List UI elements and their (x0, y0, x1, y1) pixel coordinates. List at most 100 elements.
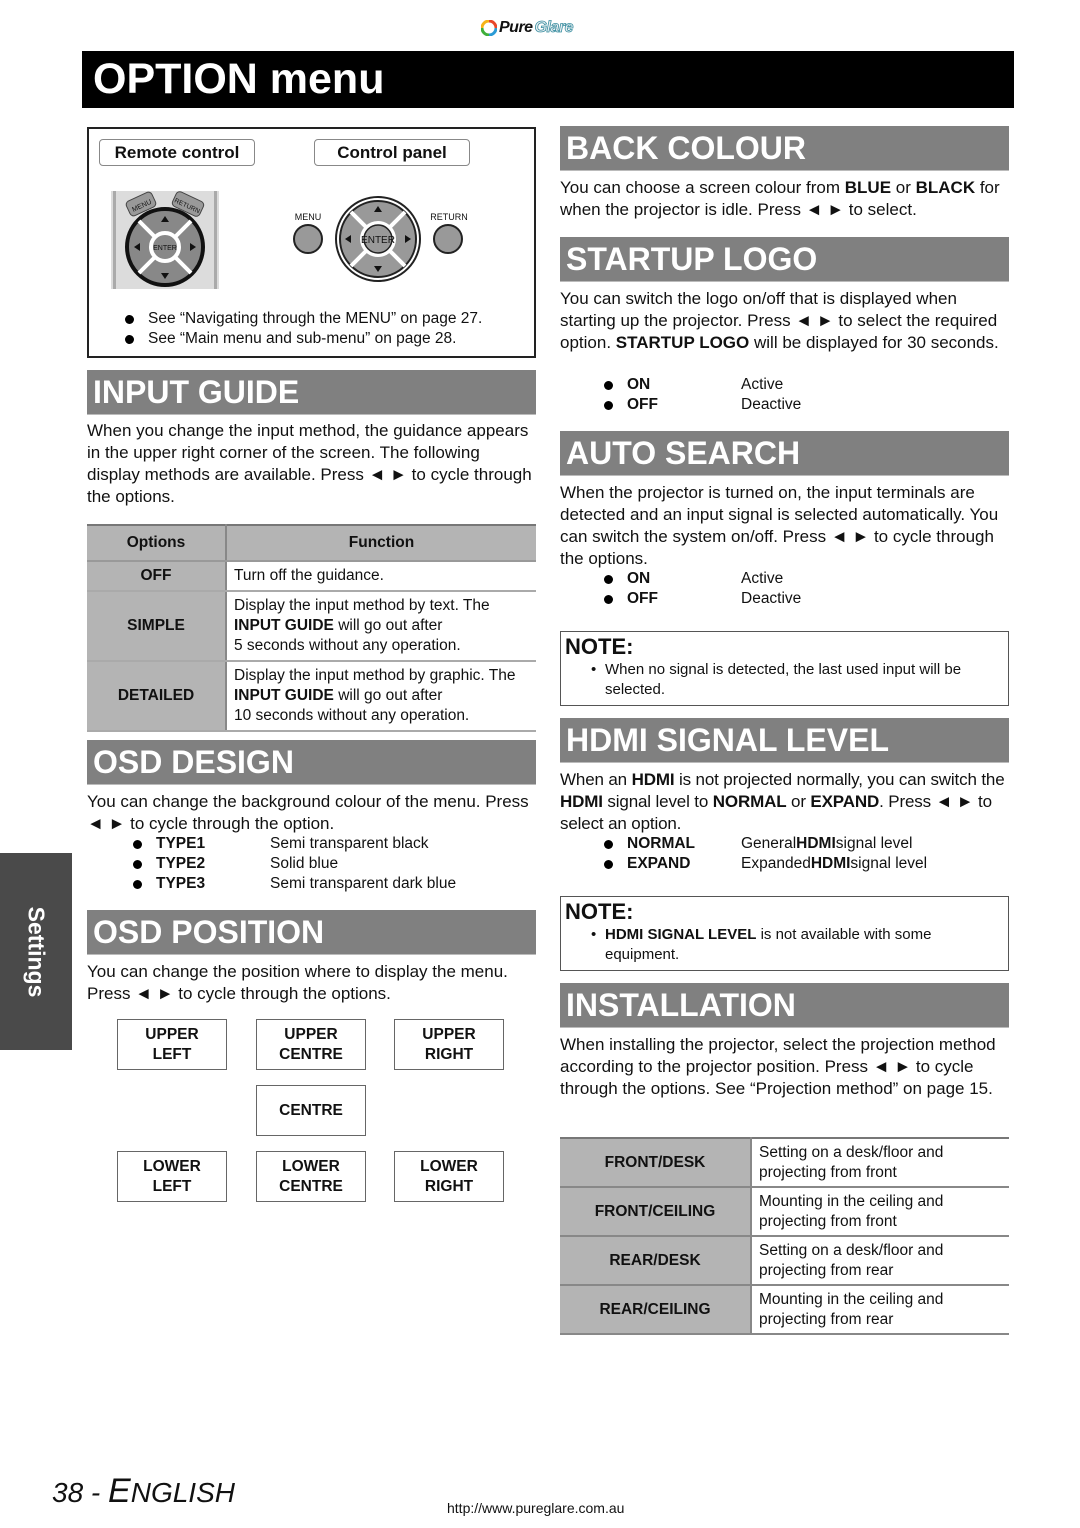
function-cell: Display the input method by graphic. The… (226, 661, 536, 732)
auto-search-options: ON Active OFF Deactive (604, 569, 801, 609)
function-cell: Display the input method by text. The IN… (226, 591, 536, 662)
position-centre: CENTRE (256, 1085, 366, 1136)
control-panel-illustration: MENU RETURN ENTER (293, 196, 468, 282)
logo-text-glare: Glare (534, 19, 574, 37)
page-title-bar: OPTION menu (82, 51, 1014, 108)
bullet-icon (604, 574, 613, 584)
position-upper-left: UPPER LEFT (117, 1019, 227, 1070)
installation-heading: INSTALLATION (566, 987, 796, 1023)
hdmi-signal-level-heading: HDMI SIGNAL LEVEL (566, 722, 889, 758)
hdmi-signal-options: NORMAL General HDMI signal level EXPAND Ex… (604, 834, 927, 874)
option-item: OFF Deactive (604, 395, 801, 415)
column-header-function: Function (226, 525, 536, 562)
position-lower-right: LOWER RIGHT (394, 1151, 504, 1202)
position-lower-centre: LOWER CENTRE (256, 1151, 366, 1202)
pureglare-logo: Pure Glare (481, 17, 574, 39)
option-item: OFF Deactive (604, 589, 801, 609)
table-row: OFF Turn off the guidance. (87, 561, 536, 592)
option-cell: FRONT/DESK (560, 1138, 752, 1188)
note-title: NOTE: (565, 634, 634, 659)
option-cell: DETAILED (87, 661, 227, 732)
hdmi-signal-note: NOTE: • HDMI SIGNAL LEVEL is not availabl… (560, 896, 1009, 971)
option-item: ON Active (604, 375, 801, 395)
footer-url-link[interactable]: http://www.pureglare.com.au (447, 1500, 624, 1516)
remote-control-illustration: MENU RETURN ENTER (111, 191, 219, 289)
table-row: REAR/DESK Setting on a desk/floor and pro… (560, 1236, 1009, 1286)
bullet-icon (125, 314, 134, 324)
settings-side-tab: Settings (0, 853, 72, 1050)
table-row: REAR/CEILING Mounting in the ceiling and… (560, 1285, 1009, 1335)
startup-logo-heading: STARTUP LOGO (566, 241, 818, 277)
table-row: FRONT/CEILING Mounting in the ceiling an… (560, 1187, 1009, 1237)
option-item: TYPE2 Solid blue (133, 854, 456, 874)
hdmi-signal-level-heading-bar: HDMI SIGNAL LEVEL (560, 718, 1009, 763)
table-row: DETAILED Display the input method by gra… (87, 661, 536, 732)
panel-return-label: RETURN (430, 212, 468, 222)
navigation-references: See “Navigating through the MENU” on pag… (125, 309, 482, 349)
option-item: TYPE1 Semi transparent black (133, 834, 456, 854)
position-lower-left: LOWER LEFT (117, 1151, 227, 1202)
input-guide-heading: INPUT GUIDE (93, 374, 300, 410)
auto-search-heading-bar: AUTO SEARCH (560, 431, 1009, 476)
description-cell: Setting on a desk/floor and projecting fr… (751, 1138, 1009, 1188)
input-guide-heading-bar: INPUT GUIDE (87, 370, 536, 415)
option-cell: SIMPLE (87, 591, 227, 662)
panel-menu-label: MENU (295, 212, 322, 222)
back-colour-description: You can choose a screen colour from BLUE… (560, 178, 1000, 219)
bullet-icon (604, 400, 613, 410)
bullet-icon (133, 859, 142, 869)
logo-mark-icon (481, 20, 497, 36)
option-item: TYPE3 Semi transparent dark blue (133, 874, 456, 894)
note-text: • When no signal is detected, the last us… (591, 661, 962, 698)
position-upper-right: UPPER RIGHT (394, 1019, 504, 1070)
navigation-box: Remote control Control panel MENU RETURN… (87, 127, 536, 358)
logo-text-pure: Pure (499, 19, 533, 36)
osd-design-heading-bar: OSD DESIGN (87, 740, 536, 785)
startup-logo-description: You can switch the logo on/off that is d… (560, 289, 999, 352)
note-text: • HDMI SIGNAL LEVEL is not available with… (591, 926, 932, 963)
bullet-icon (604, 839, 613, 849)
osd-position-description: You can change the position where to dis… (87, 962, 508, 1003)
osd-design-options: TYPE1 Semi transparent black TYPE2 Solid b… (133, 834, 456, 894)
auto-search-note: NOTE: • When no signal is detected, the l… (560, 631, 1009, 706)
column-header-options: Options (87, 525, 227, 562)
startup-logo-options: ON Active OFF Deactive (604, 375, 801, 415)
installation-table: FRONT/DESK Setting on a desk/floor and pr… (560, 1137, 1009, 1335)
panel-enter-label: ENTER (361, 235, 395, 246)
installation-description: When installing the projector, select th… (560, 1035, 996, 1098)
reference-item: See “Navigating through the MENU” on pag… (125, 309, 482, 329)
panel-menu-button (293, 224, 323, 254)
osd-design-description: You can change the background colour of … (87, 792, 529, 833)
bullet-icon (125, 334, 134, 344)
page-title: OPTION menu (93, 55, 385, 103)
table-header-row: Options Function (87, 525, 536, 562)
control-panel-label: Control panel (314, 139, 470, 166)
table-row: SIMPLE Display the input method by text.… (87, 591, 536, 662)
panel-return-button (433, 224, 463, 254)
input-guide-description: When you change the input method, the gu… (87, 421, 532, 506)
auto-search-heading: AUTO SEARCH (566, 435, 801, 471)
installation-heading-bar: INSTALLATION (560, 983, 1009, 1028)
note-title: NOTE: (565, 899, 634, 924)
back-colour-heading: BACK COLOUR (566, 130, 806, 166)
osd-design-heading: OSD DESIGN (93, 744, 294, 780)
bullet-icon (604, 594, 613, 604)
option-cell: REAR/DESK (560, 1236, 752, 1286)
bullet-icon (133, 839, 142, 849)
table-row: FRONT/DESK Setting on a desk/floor and pr… (560, 1138, 1009, 1188)
position-upper-centre: UPPER CENTRE (256, 1019, 366, 1070)
side-tab-label: Settings (23, 906, 50, 997)
remote-enter-label: ENTER (153, 245, 177, 252)
option-item: ON Active (604, 569, 801, 589)
page-number: 38 - ENGLISH (52, 1472, 235, 1510)
option-item: EXPAND Expanded HDMI signal level (604, 854, 927, 874)
remote-control-label: Remote control (99, 139, 255, 166)
osd-position-heading-bar: OSD POSITION (87, 910, 536, 955)
reference-item: See “Main menu and sub-menu” on page 28. (125, 329, 482, 349)
startup-logo-heading-bar: STARTUP LOGO (560, 237, 1009, 282)
hdmi-signal-description: When an HDMI is not projected normally, … (560, 770, 1005, 833)
description-cell: Mounting in the ceiling and projecting fr… (751, 1187, 1009, 1237)
function-cell: Turn off the guidance. (226, 561, 536, 592)
option-cell: OFF (87, 561, 227, 592)
bullet-icon (133, 879, 142, 889)
